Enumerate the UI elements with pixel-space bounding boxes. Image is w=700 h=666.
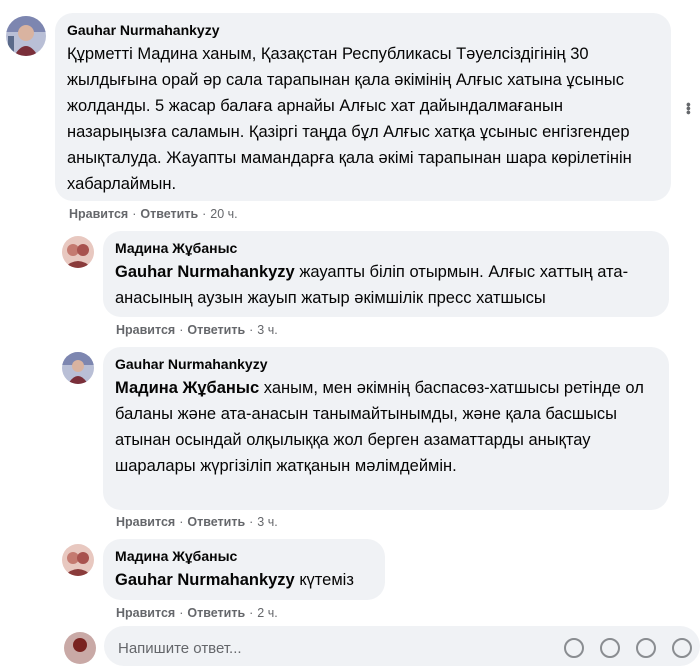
current-user-avatar[interactable]: [64, 632, 96, 664]
avatar[interactable]: [62, 544, 94, 576]
avatar[interactable]: [62, 352, 94, 384]
gif-icon[interactable]: [636, 638, 656, 658]
reply-link[interactable]: Ответить: [187, 515, 245, 529]
avatar[interactable]: [62, 236, 94, 268]
like-link[interactable]: Нравится: [116, 515, 175, 529]
comment-bubble: Gauhar Nurmahankyzy Мадина Жұбаныс ханым…: [103, 347, 669, 510]
comment-author[interactable]: Gauhar Nurmahankyzy: [67, 21, 659, 39]
reply-link[interactable]: Ответить: [140, 207, 198, 221]
mention-link[interactable]: Gauhar Nurmahankyzy: [115, 571, 295, 589]
reply-link[interactable]: Ответить: [187, 323, 245, 337]
mention-link[interactable]: Мадина Жұбаныс: [115, 379, 259, 397]
mention-link[interactable]: Gauhar Nurmahankyzy: [115, 263, 295, 281]
comment-time[interactable]: 3 ч.: [257, 323, 277, 337]
comment-time[interactable]: 20 ч.: [210, 207, 237, 221]
emoji-icon[interactable]: [564, 638, 584, 658]
avatar[interactable]: [6, 16, 46, 56]
like-link[interactable]: Нравится: [69, 207, 128, 221]
comment-body: күтеміз: [294, 571, 354, 589]
comment-text: Мадина Жұбаныс ханым, мен әкімнің баспас…: [115, 375, 657, 479]
comment-bubble: Мадина Жұбаныс Gauhar Nurmahankyzy жауап…: [103, 231, 669, 317]
like-link[interactable]: Нравится: [116, 323, 175, 337]
comment-text: Gauhar Nurmahankyzy жауапты біліп отырмы…: [115, 259, 657, 311]
comment-bubble: Мадина Жұбаныс Gauhar Nurmahankyzy күтем…: [103, 539, 385, 600]
comment-actions: Нравится · Ответить · 3 ч.: [116, 515, 278, 529]
comment-author[interactable]: Мадина Жұбаныс: [115, 547, 373, 565]
reply-link[interactable]: Ответить: [187, 606, 245, 620]
comment-text: Құрметті Мадина ханым, Қазақстан Республ…: [67, 45, 632, 193]
camera-icon[interactable]: [600, 638, 620, 658]
comment-time[interactable]: 2 ч.: [257, 606, 277, 620]
comment-time[interactable]: 3 ч.: [257, 515, 277, 529]
reply-input[interactable]: Напишите ответ...: [104, 626, 700, 666]
comment-actions: Нравится · Ответить · 20 ч.: [69, 207, 238, 221]
comment-text: Gauhar Nurmahankyzy күтеміз: [115, 567, 373, 593]
comment-actions: Нравится · Ответить · 3 ч.: [116, 323, 278, 337]
comment-author[interactable]: Gauhar Nurmahankyzy: [115, 355, 657, 373]
comment-bubble: Gauhar Nurmahankyzy Құрметті Мадина ханы…: [55, 13, 671, 201]
sticker-icon[interactable]: [672, 638, 692, 658]
comment-actions: Нравится · Ответить · 2 ч.: [116, 606, 278, 620]
comment-author[interactable]: Мадина Жұбаныс: [115, 239, 657, 257]
like-link[interactable]: Нравится: [116, 606, 175, 620]
more-dots-icon[interactable]: •••: [681, 102, 697, 114]
reply-toolbar: [564, 638, 692, 658]
